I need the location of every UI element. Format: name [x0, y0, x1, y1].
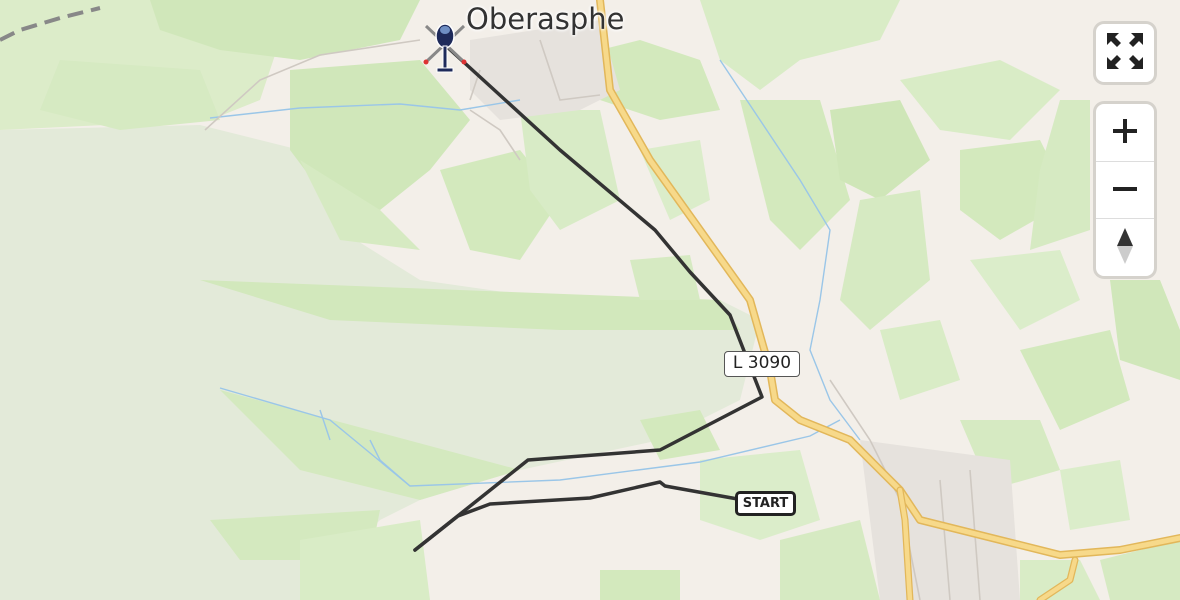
zoom-out-icon — [1112, 176, 1138, 206]
fullscreen-control — [1096, 24, 1154, 82]
zoom-out-button[interactable] — [1096, 161, 1154, 219]
road-ref-label: L 3090 — [724, 351, 800, 377]
fullscreen-icon — [1105, 31, 1145, 75]
helicopter-icon[interactable] — [420, 16, 470, 82]
zoom-control — [1096, 104, 1154, 276]
compass-icon — [1115, 226, 1135, 270]
start-marker[interactable]: START — [735, 491, 796, 516]
fullscreen-button[interactable] — [1096, 24, 1154, 82]
zoom-in-button[interactable] — [1096, 104, 1154, 161]
place-label-oberasphe: Oberasphe — [466, 2, 625, 36]
zoom-in-icon — [1112, 118, 1138, 148]
reset-north-button[interactable] — [1096, 218, 1154, 276]
map-canvas[interactable] — [0, 0, 1180, 600]
